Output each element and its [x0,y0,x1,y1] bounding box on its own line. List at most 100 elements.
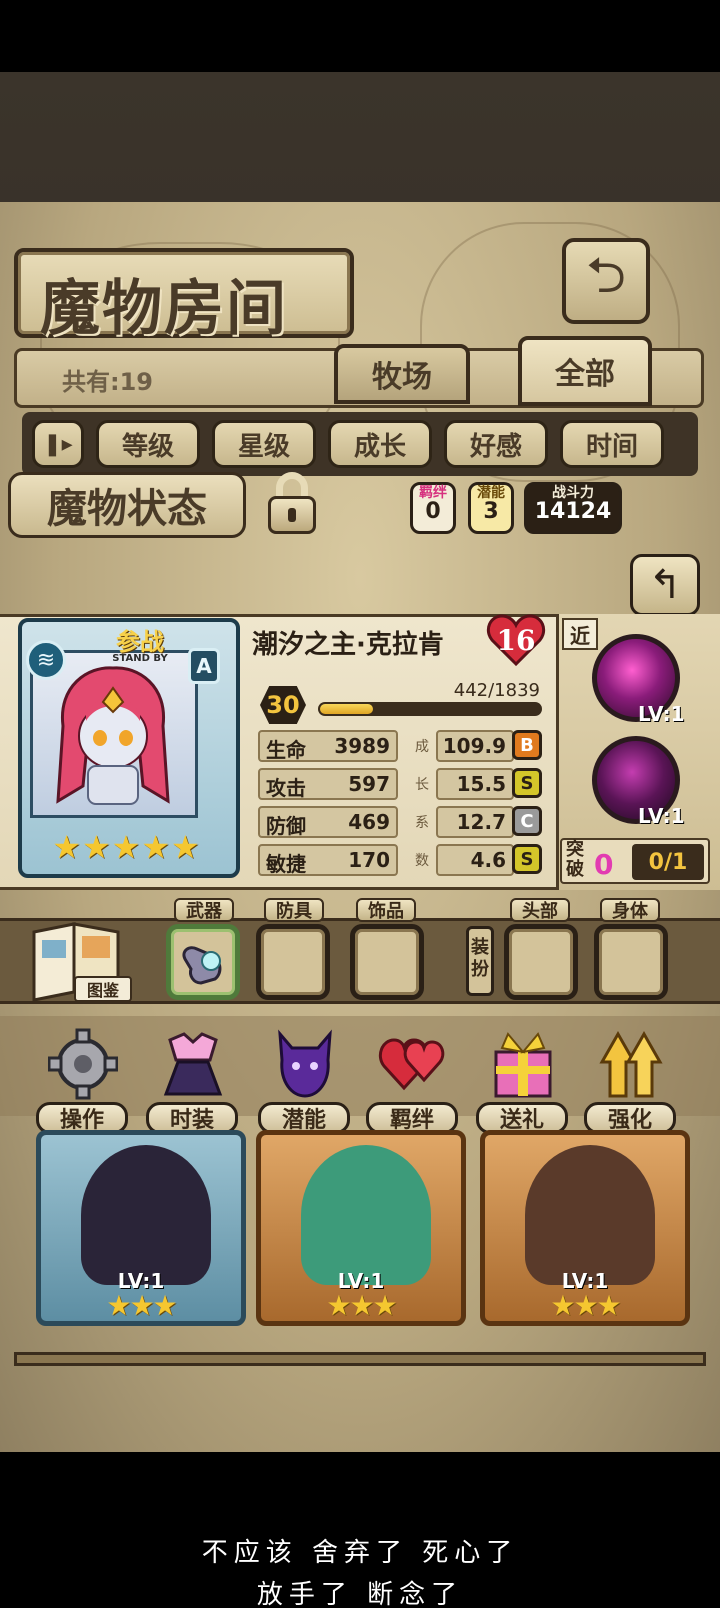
stat-value: 3989 [334,734,390,758]
sort-order-toggle[interactable]: ❚▸ [32,420,84,468]
potential-value: 3 [483,499,499,524]
monster-art [525,1145,655,1285]
tab-ranch[interactable]: 牧场 [334,344,470,404]
gauntlet-icon [182,946,222,985]
power-value: 14124 [534,499,612,524]
sort-time-button[interactable]: 时间 [560,420,664,468]
star-icon: ★ [81,828,111,866]
monster-art [81,1145,211,1285]
growth-attack: 15.5 [436,768,514,800]
monster-name: 潮汐之主·克拉肯 [252,630,444,660]
star-icon: ★ [52,828,81,866]
stat-label: 防御 [266,814,306,838]
sort-growth-button[interactable]: 成长 [328,420,432,468]
hearts-icon [378,1038,445,1091]
growth-agility: 4.6 [436,844,514,876]
roster-card[interactable]: LV:1 ★★★ [36,1130,246,1326]
gear-icon [48,1028,118,1100]
affection-value: 16 [496,624,536,657]
slot-label-head: 头部 [510,898,570,922]
stat-defense: 防御 469 [258,806,398,838]
stat-agility: 敏捷 170 [258,844,398,876]
slot-label-weapon: 武器 [174,898,234,922]
star-icon: ★ [141,828,171,866]
star-rating: ★ ★ ★ ★ ★ [52,828,199,868]
roster-card[interactable]: LV:1 ★★★ [480,1130,690,1326]
bond-label: 羁绊 [419,485,447,501]
star-icon: ★ [171,828,200,866]
sort-level-button[interactable]: 等级 [96,420,200,468]
lock-icon[interactable] [262,470,322,536]
codex-label[interactable]: 图鉴 [74,976,132,1002]
status-back-button[interactable]: ↰ [630,554,700,616]
status-bar-area [0,0,720,72]
stat-label: 攻击 [266,776,306,800]
slot-label-armor: 防具 [264,898,324,922]
operate-button[interactable]: 操作 [36,1026,128,1134]
stat-value: 170 [348,848,390,872]
stat-label: 敏捷 [266,852,306,876]
total-count: 共有:19 [62,368,153,396]
potential-label: 潜能 [477,485,505,501]
exp-bar [318,702,542,716]
potential-chip: 潜能 3 [468,482,514,534]
growth-side-label: 数 [415,853,429,869]
gift-button[interactable]: 送礼 [476,1026,568,1134]
water-element-icon: ≋ [26,640,66,680]
monster-portrait [56,666,170,805]
stat-value: 469 [348,810,390,834]
back-button[interactable]: ⮌ [562,238,650,324]
roster-card[interactable]: LV:1 ★★★ [256,1130,466,1326]
growth-defense: 12.7 [436,806,514,838]
level-badge: 30 [260,686,306,724]
subtitle-line-1: 不应该 舍弃了 死心了 [201,1538,519,1568]
gift-icon [494,1032,552,1098]
stat-value: 597 [348,772,390,796]
breakthrough-count: 0 [594,848,614,881]
dress-up-button[interactable]: 装扮 [466,926,494,996]
bond-button[interactable]: 羁绊 [366,1026,458,1134]
range-tag: 近 [562,618,598,650]
star-icon: ★ [111,828,141,866]
demon-icon [278,1029,332,1098]
stat-attack: 攻击 597 [258,768,398,800]
bond-value: 0 [425,499,441,524]
accessory-slot[interactable] [350,924,424,1000]
enhance-button[interactable]: 强化 [584,1026,676,1134]
head-slot[interactable] [504,924,578,1000]
back-arrow-icon: ⮌ [585,245,627,304]
growth-side-label: 长 [415,777,429,793]
power-chip: 战斗力 14124 [524,482,622,534]
stat-label: 生命 [266,738,306,762]
rank-badge: A [188,648,220,684]
sort-star-button[interactable]: 星级 [212,420,316,468]
grade-badge: S [512,844,542,874]
exp-fill [320,704,373,714]
skill-2-level: LV:1 [638,804,685,828]
stat-hp: 生命 3989 [258,730,398,762]
tab-all[interactable]: 全部 [518,336,652,406]
power-label: 战斗力 [552,485,594,501]
breakthrough-label: 突破 [566,839,584,880]
roster-stars: ★★★ [326,1289,397,1322]
frame-bottom [14,1352,706,1366]
weapon-slot[interactable] [166,924,240,1000]
bond-chip: 羁绊 0 [410,482,456,534]
body-slot[interactable] [594,924,668,1000]
grade-badge: C [512,806,542,836]
return-arrow-icon: ↰ [648,562,682,608]
potential-button[interactable]: 潜能 [258,1026,350,1134]
breakthrough-progress: 0/1 [632,844,704,880]
costume-icon [163,1032,223,1096]
slot-label-body: 身体 [600,898,660,922]
roster-stars: ★★★ [550,1289,621,1322]
exp-text: 442/1839 [453,680,540,701]
costume-button[interactable]: 时装 [146,1026,238,1134]
subtitle-line-2: 放手了 断念了 [256,1580,464,1608]
armor-slot[interactable] [256,924,330,1000]
slot-label-accessory: 饰品 [356,898,416,922]
growth-side-label: 成 [415,739,429,755]
grade-badge: S [512,768,542,798]
page-title: 魔物房间 [40,274,288,344]
sort-affection-button[interactable]: 好感 [444,420,548,468]
